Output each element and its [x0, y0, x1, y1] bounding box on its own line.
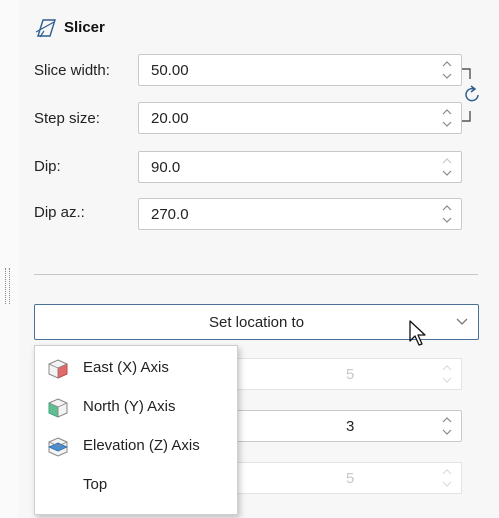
location-field-2-value: 3 — [346, 418, 355, 435]
spin-arrows-icon[interactable] — [441, 155, 453, 179]
slicer-panel: Slicer Slice width: 50.00 Step size: 20.… — [18, 0, 499, 518]
east-axis-cube-icon — [48, 359, 68, 379]
north-axis-cube-icon — [48, 398, 68, 418]
menu-item-elevation-axis[interactable]: Elevation (Z) Axis — [35, 428, 237, 464]
dip-az-label: Dip az.: — [34, 204, 85, 221]
panel-header: Slicer — [34, 15, 105, 39]
step-size-value: 20.00 — [151, 110, 189, 127]
dip-value: 90.0 — [151, 159, 181, 176]
spin-arrows-icon[interactable] — [441, 202, 453, 226]
location-menu: East (X) Axis North (Y) Axis Elevation (… — [34, 345, 238, 515]
spin-arrows-icon[interactable] — [441, 106, 453, 130]
section-divider — [34, 274, 478, 275]
menu-item-label: East (X) Axis — [83, 359, 169, 376]
slice-width-field[interactable]: 50.00 — [138, 54, 462, 86]
panel-title: Slicer — [64, 18, 105, 36]
location-field-3-value: 5 — [346, 470, 355, 487]
spin-arrows-icon[interactable] — [441, 466, 453, 490]
spin-arrows-icon[interactable] — [441, 414, 453, 438]
chevron-down-icon — [456, 318, 468, 325]
slicer-icon — [35, 19, 56, 38]
panel-resize-grip[interactable] — [5, 268, 10, 304]
dip-field[interactable]: 90.0 — [138, 151, 462, 183]
menu-item-label: Top — [83, 476, 108, 493]
slice-width-value: 50.00 — [151, 62, 189, 79]
dip-az-value: 270.0 — [151, 206, 189, 223]
spin-arrows-icon[interactable] — [441, 58, 453, 82]
spin-arrows-icon[interactable] — [441, 362, 453, 386]
slice-width-label: Slice width: — [34, 62, 110, 79]
elevation-axis-cube-icon — [48, 437, 68, 457]
dip-az-field[interactable]: 270.0 — [138, 198, 462, 230]
menu-item-east-axis[interactable]: East (X) Axis — [35, 350, 237, 386]
menu-item-north-axis[interactable]: North (Y) Axis — [35, 389, 237, 425]
dip-label: Dip: — [34, 158, 61, 175]
menu-item-top[interactable]: Top — [35, 467, 237, 503]
reset-link-icon[interactable] — [460, 67, 482, 123]
step-size-label: Step size: — [34, 110, 100, 127]
menu-item-label: North (Y) Axis — [83, 398, 176, 415]
location-field-1-value: 5 — [346, 366, 355, 383]
step-size-field[interactable]: 20.00 — [138, 102, 462, 134]
mouse-cursor-icon — [409, 320, 426, 346]
menu-item-label: Elevation (Z) Axis — [83, 437, 200, 454]
